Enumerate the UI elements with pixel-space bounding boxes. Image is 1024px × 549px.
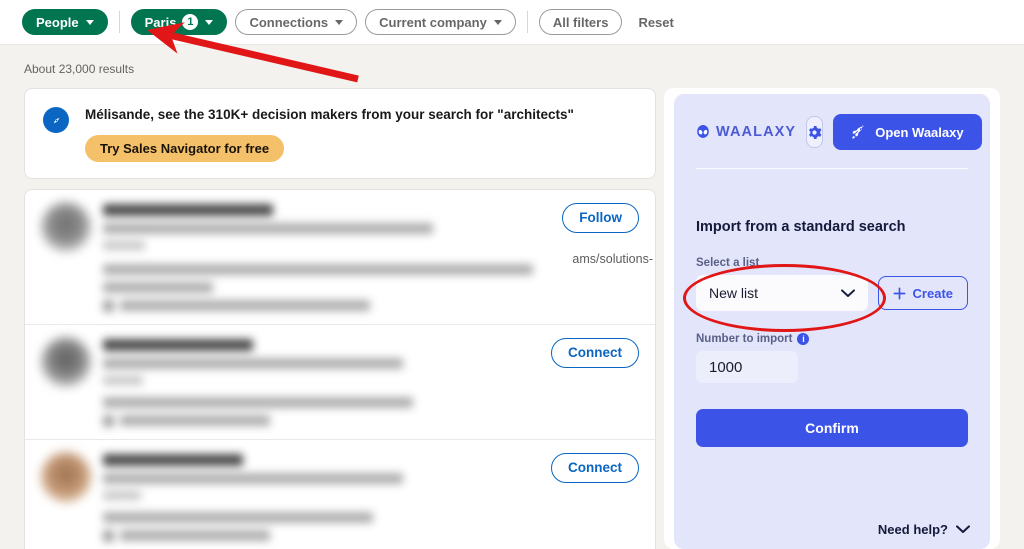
overflow-snippet-text: ams/solutions-: [572, 251, 653, 266]
select-a-list-label: Select a list: [696, 257, 760, 269]
rocket-icon: [852, 124, 865, 139]
alien-head-icon: [697, 124, 709, 138]
open-waalaxy-label: Open Waalaxy: [875, 124, 964, 140]
search-results-column: Mélisande, see the 310K+ decision makers…: [24, 88, 656, 549]
need-help-toggle[interactable]: Need help?: [878, 522, 970, 537]
chevron-down-icon: [493, 19, 502, 25]
filter-pill-connections[interactable]: Connections: [235, 9, 358, 35]
avatar: [41, 201, 91, 252]
waalaxy-logo: WAALAXY: [696, 124, 796, 140]
waalaxy-brand-text: WAALAXY: [716, 124, 797, 140]
table-row[interactable]: ams/solutions- Follow: [25, 190, 655, 325]
chevron-down-icon: [205, 19, 214, 25]
number-to-import-label: Number to import i: [696, 333, 968, 345]
connection-icon: [103, 299, 114, 312]
results-count: About 23,000 results: [24, 62, 135, 76]
info-icon[interactable]: i: [797, 333, 810, 345]
waalaxy-extension-panel: WAALAXY Open Waalaxy Import from a stand…: [664, 88, 1000, 549]
number-to-import-value: 1000: [709, 358, 743, 376]
create-list-button[interactable]: Create: [877, 276, 968, 310]
reset-filters-link[interactable]: Reset: [630, 15, 681, 30]
confirm-button[interactable]: Confirm: [696, 409, 968, 447]
connect-button[interactable]: Connect: [551, 337, 639, 368]
chevron-down-icon: [335, 19, 344, 25]
all-filters-label: All filters: [552, 14, 609, 30]
need-help-label: Need help?: [877, 522, 948, 537]
try-sales-navigator-button[interactable]: Try Sales Navigator for free: [85, 134, 285, 162]
import-section-heading: Import from a standard search: [696, 219, 906, 235]
filter-pill-current-company[interactable]: Current company: [365, 9, 516, 35]
avatar: [41, 336, 91, 387]
filter-divider: [118, 11, 120, 33]
table-row[interactable]: Connect: [25, 440, 655, 549]
chevron-down-icon: [956, 525, 970, 533]
filter-pill-paris[interactable]: Paris 1: [130, 9, 228, 35]
connection-icon: [103, 414, 114, 427]
open-waalaxy-button[interactable]: Open Waalaxy: [833, 114, 982, 150]
people-results-card: ams/solutions- Follow Connect Connect: [24, 188, 656, 549]
sales-navigator-promo-card: Mélisande, see the 310K+ decision makers…: [24, 88, 656, 179]
number-to-import-input[interactable]: 1000: [696, 351, 798, 383]
promo-headline: Mélisande, see the 310K+ decision makers…: [85, 107, 574, 122]
table-row[interactable]: Connect: [25, 325, 655, 440]
chevron-down-icon: [85, 19, 94, 25]
follow-button[interactable]: Follow: [562, 202, 639, 233]
select-a-list-value: New list: [709, 285, 759, 301]
search-filter-bar: People Paris 1 Connections Current compa…: [0, 0, 1024, 45]
avatar: [41, 451, 91, 502]
filter-pill-people-label: People: [36, 14, 79, 30]
gear-icon: [809, 125, 822, 139]
plus-icon: [893, 287, 905, 299]
filter-pill-paris-count: 1: [182, 14, 199, 30]
chevron-down-icon: [840, 288, 855, 297]
select-a-list-dropdown[interactable]: New list: [696, 275, 868, 311]
filter-pill-current-company-label: Current company: [379, 14, 487, 30]
filter-pill-people[interactable]: People: [22, 9, 108, 35]
filter-pill-paris-label: Paris: [144, 14, 177, 30]
create-list-label: Create: [912, 285, 953, 301]
connect-button[interactable]: Connect: [551, 452, 639, 483]
all-filters-button[interactable]: All filters: [538, 9, 623, 35]
filter-pill-connections-label: Connections: [249, 14, 329, 30]
waalaxy-settings-button[interactable]: [806, 116, 824, 148]
panel-divider: [696, 168, 968, 169]
connection-icon: [103, 529, 114, 542]
sales-navigator-compass-icon: [43, 107, 69, 133]
filter-divider: [526, 11, 528, 33]
